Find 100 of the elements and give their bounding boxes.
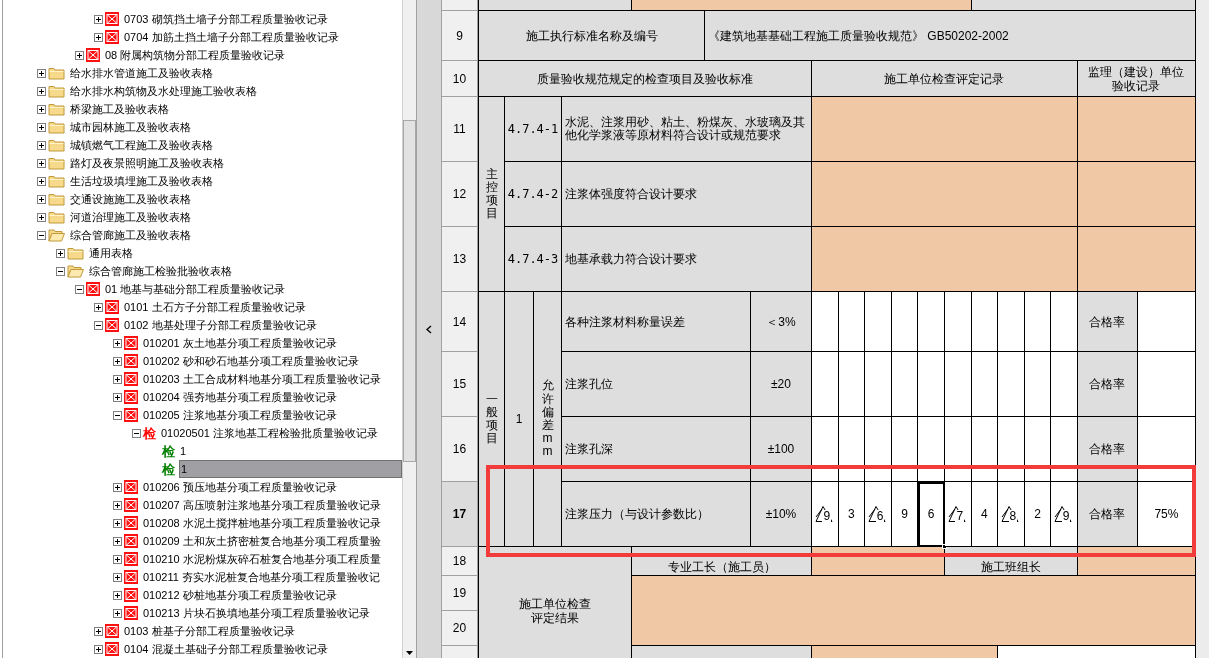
table-cell[interactable]: 8	[998, 482, 1025, 547]
tree-item[interactable]: 1	[179, 460, 402, 478]
expand-icon[interactable]	[94, 302, 103, 312]
row-header[interactable]: 14	[442, 292, 478, 352]
tree-item[interactable]: 1	[179, 442, 188, 460]
tree-item[interactable]: 08 附属构筑物分部工程质量验收记录	[104, 46, 287, 64]
tree-item[interactable]: 0101 土石方子分部工程质量验收记录	[123, 298, 307, 316]
tree-item[interactable]: 综合管廊施工检验批验收表格	[88, 262, 233, 280]
tree-item[interactable]: 010206 预压地基分项工程质量验收记录	[142, 478, 338, 496]
table-cell[interactable]: 4	[971, 482, 999, 547]
tree-item[interactable]: 生活垃圾填埋施工及验收表格	[69, 172, 214, 190]
expand-icon[interactable]	[113, 500, 122, 510]
tree-item[interactable]: 桥梁施工及验收表格	[69, 100, 170, 118]
tree-item[interactable]: 0103 桩基子分部工程质量验收记录	[123, 622, 296, 640]
expand-icon[interactable]	[94, 626, 103, 636]
expand-icon[interactable]	[113, 392, 122, 402]
collapse-icon[interactable]	[75, 284, 84, 294]
expand-icon[interactable]	[56, 248, 65, 258]
tree-item[interactable]: 010205 注浆地基分项工程质量验收记录	[142, 406, 338, 424]
row-header[interactable]: 18	[442, 547, 478, 576]
table-cell: ±10%	[751, 482, 812, 547]
expand-icon[interactable]	[37, 194, 46, 204]
row-header[interactable]: 10	[442, 61, 478, 97]
tree-item[interactable]: 给水排水构筑物及水处理施工验收表格	[69, 82, 258, 100]
tree-item[interactable]: 010213 片块石换填地基分项工程质量验收记录	[142, 604, 371, 622]
tree-item[interactable]: 01020501 注浆地基工程检验批质量验收记录	[160, 424, 379, 442]
scroll-down-icon[interactable]	[403, 648, 416, 658]
tree-item[interactable]: 010207 高压喷射注浆地基分项工程质量验收记录	[142, 496, 382, 514]
expand-icon[interactable]	[94, 32, 103, 42]
expand-icon[interactable]	[37, 176, 46, 186]
expand-icon[interactable]	[113, 590, 122, 600]
expand-icon[interactable]	[113, 608, 122, 618]
table-cell[interactable]: 9	[812, 482, 839, 547]
row-header[interactable]: 20	[442, 611, 478, 646]
tree-item[interactable]: 综合管廊施工及验收表格	[69, 226, 192, 244]
row-header[interactable]: 19	[442, 576, 478, 611]
tree-item[interactable]: 给水排水管道施工及验收表格	[69, 64, 214, 82]
expand-icon[interactable]	[113, 554, 122, 564]
collapse-panel-icon[interactable]	[426, 324, 432, 334]
tree-item[interactable]: 0704 加筋土挡土墙子分部工程质量验收记录	[123, 28, 340, 46]
tree-item[interactable]: 通用表格	[88, 244, 134, 262]
table-cell[interactable]: 7	[944, 482, 972, 547]
tree-item[interactable]: 010209 土和灰土挤密桩复合地基分项工程质量验	[142, 532, 382, 550]
row-header[interactable]: 12	[442, 162, 478, 227]
collapse-icon[interactable]	[113, 410, 122, 420]
expand-icon[interactable]	[113, 374, 122, 384]
table-cell: 主控项目	[478, 97, 505, 292]
form-icon	[124, 588, 138, 602]
tree-item[interactable]: 河道治理施工及验收表格	[69, 208, 192, 226]
form-icon	[124, 390, 138, 404]
table-cell[interactable]: 9	[891, 482, 919, 547]
table-cell[interactable]: 3	[838, 482, 866, 547]
tree-item[interactable]: 010210 水泥粉煤灰碎石桩复合地基分项工程质量	[142, 550, 382, 568]
expand-icon[interactable]	[113, 482, 122, 492]
table-cell	[998, 417, 1025, 482]
row-header[interactable]: 13	[442, 227, 478, 292]
expand-icon[interactable]	[94, 14, 103, 24]
expand-icon[interactable]	[113, 572, 122, 582]
tree-item[interactable]: 路灯及夜景照明施工及验收表格	[69, 154, 225, 172]
expand-icon[interactable]	[37, 122, 46, 132]
row-header[interactable]: 9	[442, 11, 478, 61]
collapse-icon[interactable]	[132, 428, 141, 438]
expand-icon[interactable]	[113, 536, 122, 546]
tree-item[interactable]: 01 地基与基础分部工程质量验收记录	[104, 280, 287, 298]
table-cell[interactable]: 6	[865, 482, 892, 547]
row-header[interactable]: 16	[442, 417, 478, 482]
table-cell[interactable]: 9	[1051, 482, 1078, 547]
scrollbar[interactable]	[402, 0, 416, 658]
expand-icon[interactable]	[113, 338, 122, 348]
tree-item[interactable]: 010201 灰土地基分项工程质量验收记录	[142, 334, 338, 352]
expand-icon[interactable]	[37, 104, 46, 114]
row-header[interactable]: 11	[442, 97, 478, 162]
expand-icon[interactable]	[37, 158, 46, 168]
collapse-icon[interactable]	[56, 266, 65, 276]
tree-item[interactable]: 010203 土工合成材料地基分项工程质量验收记录	[142, 370, 382, 388]
expand-icon[interactable]	[94, 644, 103, 654]
tree-item[interactable]: 0703 砌筑挡土墙子分部工程质量验收记录	[123, 10, 329, 28]
tree-item[interactable]: 010211 夯实水泥桩复合地基分项工程质量验收记	[142, 568, 381, 586]
collapse-icon[interactable]	[94, 320, 103, 330]
row-header[interactable]: 17	[442, 482, 478, 547]
tree-item[interactable]: 010212 砂桩地基分项工程质量验收记录	[142, 586, 338, 604]
expand-icon[interactable]	[37, 68, 46, 78]
collapse-icon[interactable]	[37, 230, 46, 240]
tree-item[interactable]: 城镇燃气工程施工及验收表格	[69, 136, 214, 154]
expand-icon[interactable]	[113, 356, 122, 366]
table-cell[interactable]: 6	[918, 482, 945, 547]
tree-item[interactable]: 010202 砂和砂石地基分项工程质量验收记录	[142, 352, 360, 370]
tree-item[interactable]: 0104 混凝土基础子分部工程质量验收记录	[123, 640, 329, 658]
tree-item[interactable]: 010204 强夯地基分项工程质量验收记录	[142, 388, 338, 406]
tree-item[interactable]: 城市园林施工及验收表格	[69, 118, 192, 136]
tree-item[interactable]: 交通设施施工及验收表格	[69, 190, 192, 208]
expand-icon[interactable]	[113, 518, 122, 528]
tree-item[interactable]: 010208 水泥土搅拌桩地基分项工程质量验收记录	[142, 514, 382, 532]
expand-icon[interactable]	[37, 212, 46, 222]
expand-icon[interactable]	[75, 50, 84, 60]
tree-item[interactable]: 0102 地基处理子分部工程质量验收记录	[123, 316, 318, 334]
expand-icon[interactable]	[37, 86, 46, 96]
expand-icon[interactable]	[37, 140, 46, 150]
row-header[interactable]: 15	[442, 352, 478, 417]
table-cell[interactable]: 2	[1024, 482, 1052, 547]
